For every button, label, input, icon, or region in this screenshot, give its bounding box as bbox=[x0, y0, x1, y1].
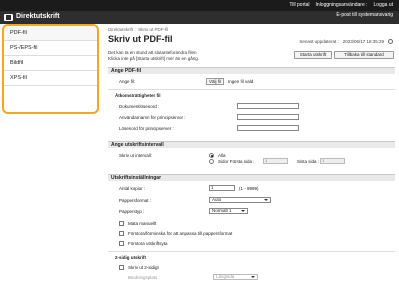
copies-label: Antal kopior : bbox=[119, 186, 146, 191]
enlarge-area-checkbox[interactable] bbox=[119, 241, 124, 246]
printer-icon bbox=[4, 14, 13, 21]
policy-password-label: Lösenord för principserver : bbox=[119, 126, 174, 131]
chevron-down-icon bbox=[264, 199, 268, 201]
breadcrumb: Direktutskrift: Skriv ut PDF-fil bbox=[108, 27, 169, 32]
app-title: Direktutskrift bbox=[16, 13, 60, 20]
sidebar-item-image[interactable]: Bildfil bbox=[4, 56, 97, 71]
duplex-checkbox[interactable] bbox=[119, 265, 124, 270]
no-file-text: Ingen fil vald bbox=[228, 79, 254, 84]
copies-input[interactable]: 1 bbox=[209, 185, 235, 191]
duplex-heading: 2-sidig utskrift bbox=[115, 255, 147, 260]
login-user-text: Inloggningsanvändare : bbox=[315, 2, 368, 8]
range-all-radio[interactable] bbox=[209, 153, 214, 158]
doc-password-input[interactable] bbox=[237, 103, 299, 109]
sidebar-item-pdf[interactable]: PDF-fil bbox=[4, 26, 97, 41]
choose-file-button[interactable]: Välj fil bbox=[206, 78, 225, 85]
user-name-input[interactable] bbox=[237, 114, 299, 120]
sidebar-item-ps-eps[interactable]: PS-/EPS-fil bbox=[4, 41, 97, 56]
paper-size-value: Auto bbox=[212, 197, 222, 202]
back-to-default-button[interactable]: Tillbaka till standard bbox=[334, 51, 394, 59]
page-title: Skriv ut PDF-fil bbox=[108, 34, 173, 44]
chevron-down-icon bbox=[251, 276, 255, 278]
paper-type-value: Normalt 1 bbox=[212, 208, 232, 213]
last-page-input[interactable]: 1 bbox=[320, 158, 345, 164]
doc-password-label: Dokumentlösenord : bbox=[119, 104, 160, 109]
updated-value: 2023/06/17 18:35:29 bbox=[342, 39, 384, 44]
access-heading: Åtkomsträttigheter fil bbox=[115, 93, 161, 98]
divider bbox=[108, 251, 395, 252]
range-all-label: Alla bbox=[218, 153, 226, 158]
paper-type-label: Papperstyp : bbox=[119, 209, 145, 214]
breadcrumb-home[interactable]: Direktutskrift bbox=[108, 27, 133, 32]
last-updated: Senast uppdaterat : 2023/06/17 18:35:29 bbox=[299, 39, 393, 44]
portal-link[interactable]: Till portal bbox=[289, 2, 309, 8]
header-bar: Direktutskrift E-post till systemansvari… bbox=[0, 11, 399, 24]
user-name-label: Användarnamn för principservor : bbox=[119, 115, 186, 120]
manual-feed-label: Mata manuellt bbox=[128, 221, 157, 226]
fit-to-paper-checkbox[interactable] bbox=[119, 231, 124, 236]
logout-link[interactable]: Logga ut bbox=[374, 2, 393, 8]
binding-value: Långsida bbox=[216, 274, 235, 279]
fit-to-paper-label: Förstora/förminska för att anpassa till … bbox=[128, 231, 233, 236]
top-bar: Till portal Inloggningsanvändare : Logga… bbox=[0, 0, 399, 11]
print-range-label: Skriv ut intervall: bbox=[119, 153, 153, 158]
email-admin-link[interactable]: E-post till systemansvarig bbox=[336, 12, 393, 18]
first-page-input[interactable]: 1 bbox=[263, 158, 288, 164]
settings-section-heading: Utskriftsinställningar bbox=[108, 174, 395, 181]
sidebar: PDF-fil PS-/EPS-fil Bildfil XPS-fil bbox=[2, 24, 99, 114]
chevron-down-icon bbox=[241, 210, 245, 212]
binding-label: Bindningsplats : bbox=[128, 275, 160, 280]
paper-size-select[interactable]: Auto bbox=[209, 197, 271, 203]
updated-label: Senast uppdaterat : bbox=[299, 39, 339, 44]
range-pages-label: Sidor Första sida : bbox=[218, 159, 255, 164]
pdf-section-heading: Ange PDF-fil bbox=[108, 67, 395, 74]
last-page-label: Sista sida : bbox=[297, 159, 320, 164]
divider bbox=[108, 89, 395, 90]
range-pages-radio[interactable] bbox=[209, 159, 214, 164]
paper-type-select[interactable]: Normalt 1 bbox=[209, 208, 248, 214]
page-description: Det kan ta en stund att slutanteforandra… bbox=[108, 50, 288, 62]
duplex-label: Skriv ut 2-sidigt bbox=[128, 265, 159, 270]
refresh-icon[interactable] bbox=[388, 39, 393, 44]
range-section-heading: Ange utskriftsintervall bbox=[108, 141, 395, 148]
enlarge-area-label: Förstora utskriftsyta bbox=[128, 241, 168, 246]
manual-feed-checkbox[interactable] bbox=[119, 221, 124, 226]
paper-size-label: Pappersformat : bbox=[119, 198, 152, 203]
policy-password-input[interactable] bbox=[237, 125, 299, 131]
start-print-button[interactable]: Starta utskrift bbox=[294, 51, 332, 59]
desc-line-2: Klicka inte på [Starta utskrift] mer än … bbox=[108, 56, 200, 61]
file-label: Ange fil: bbox=[119, 79, 136, 84]
sidebar-item-xps[interactable]: XPS-fil bbox=[4, 71, 97, 86]
binding-select[interactable]: Långsida bbox=[213, 274, 258, 280]
breadcrumb-current: Skriv ut PDF-fil bbox=[138, 27, 169, 32]
copies-range: (1 - 9999) bbox=[239, 186, 259, 191]
